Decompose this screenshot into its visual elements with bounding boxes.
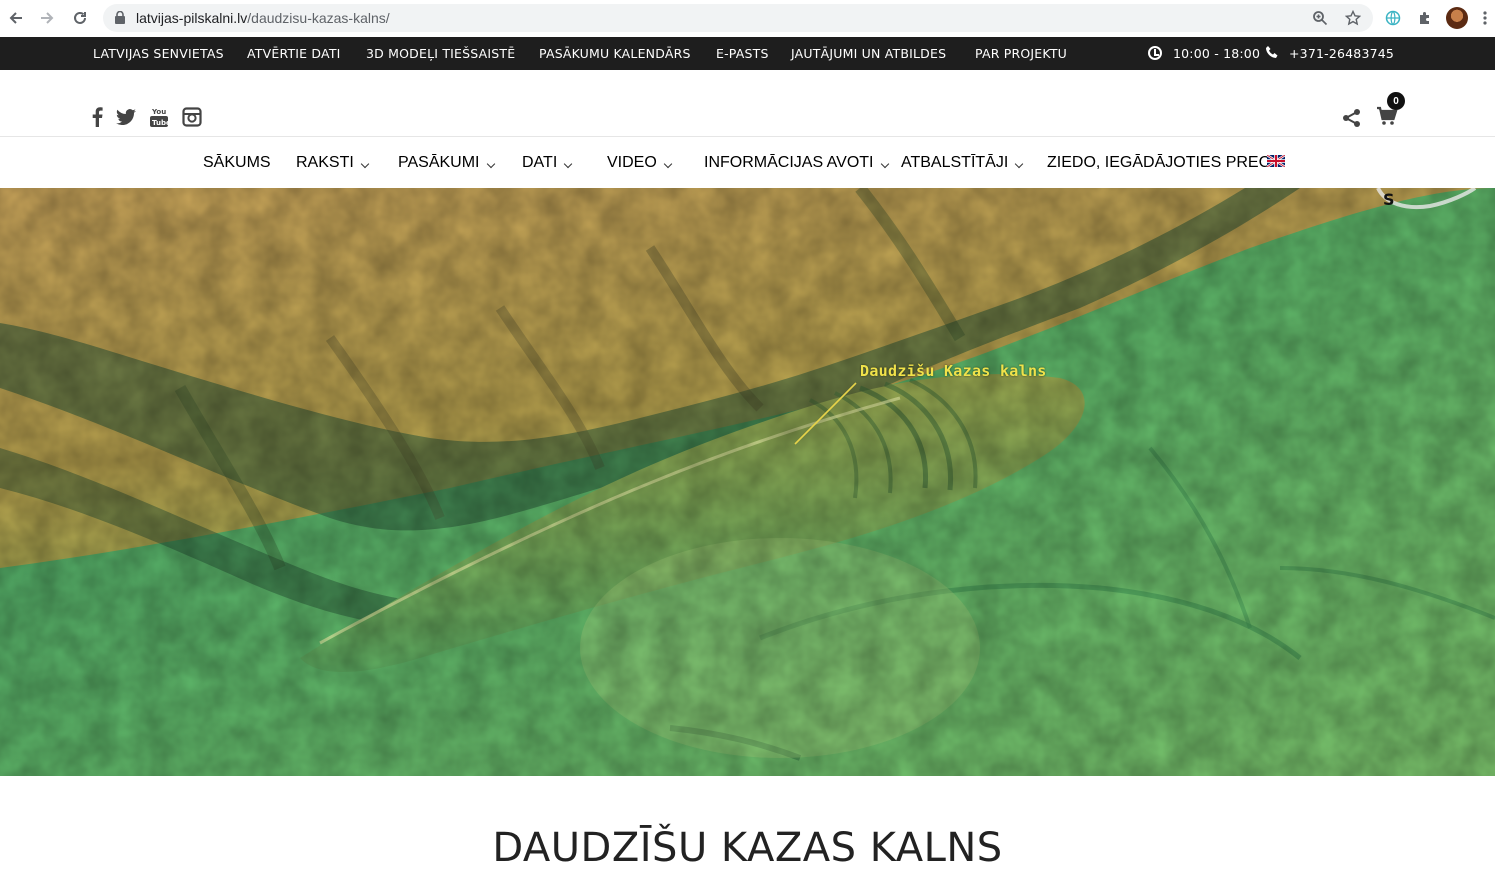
reload-icon[interactable] (69, 7, 91, 29)
forward-arrow-icon[interactable] (36, 7, 58, 29)
url-domain: latvijas-pilskalni.lv (136, 10, 248, 26)
uk-flag-icon[interactable] (1266, 154, 1286, 168)
chevron-down-icon (360, 159, 370, 169)
profile-avatar[interactable] (1446, 7, 1468, 29)
url-path: /daudzisu-kazas-kalns/ (247, 10, 390, 26)
hero-lidar-image: S Daudzīšu Kazas kalns (0, 188, 1495, 776)
nav-item-dati[interactable]: DATI (522, 154, 573, 172)
nav-label: ATBALSTĪTĀJI (901, 154, 1009, 171)
chevron-down-icon (880, 159, 889, 169)
menu-dots-icon[interactable] (1480, 8, 1490, 28)
zoom-icon[interactable] (1311, 9, 1329, 27)
nav-label: SĀKUMS (203, 154, 271, 171)
nav-item-ziedo[interactable]: ZIEDO, IEGĀDĀJOTIES PRECI (1047, 154, 1275, 172)
chevron-down-icon (1015, 159, 1024, 169)
youtube-icon[interactable]: You Tube (148, 106, 170, 128)
opening-hours: 10:00 - 18:00 (1173, 46, 1261, 61)
compass-letter: S (1383, 190, 1395, 209)
nav-label: INFORMĀCIJAS AVOTI (704, 154, 874, 171)
nav-label: DATI (522, 154, 558, 171)
svg-text:You: You (151, 108, 166, 116)
nav-item-raksti[interactable]: RAKSTI (296, 154, 370, 172)
extension-globe-icon[interactable] (1383, 8, 1403, 28)
topbar-link-kalendars[interactable]: PASĀKUMU KALENDĀRS (539, 46, 691, 61)
phone-icon (1265, 45, 1279, 59)
nav-item-informacijas-avoti[interactable]: INFORMĀCIJAS AVOTI (704, 154, 889, 172)
topbar-link-epasts[interactable]: E-PASTS (716, 46, 769, 61)
nav-item-video[interactable]: VIDEO (607, 154, 673, 172)
browser-toolbar: latvijas-pilskalni.lv/daudzisu-kazas-kal… (0, 0, 1495, 37)
topbar-link-senvietas[interactable]: LATVIJAS SENVIETAS (93, 46, 224, 61)
svg-text:Tube: Tube (152, 119, 169, 127)
page-title: DAUDZĪŠU KAZAS KALNS (492, 825, 1003, 871)
nav-item-pasakumi[interactable]: PASĀKUMI (398, 154, 495, 172)
chevron-down-icon (663, 159, 673, 169)
url-text: latvijas-pilskalni.lv/daudzisu-kazas-kal… (136, 10, 390, 26)
topbar-link-3d-modeli[interactable]: 3D MODEĻI TIEŠSAISTĒ (366, 46, 515, 61)
topbar-link-jautajumi[interactable]: JAUTĀJUMI UN ATBILDES (791, 46, 946, 61)
back-arrow-icon[interactable] (5, 7, 27, 29)
lock-icon (115, 11, 125, 24)
social-bar (0, 70, 1495, 137)
phone-number[interactable]: +371-26483745 (1289, 46, 1394, 61)
nav-item-atbalstitaji[interactable]: ATBALSTĪTĀJI (901, 154, 1024, 172)
nav-label: VIDEO (607, 154, 657, 171)
clock-icon (1148, 46, 1162, 60)
topbar-link-atvertie-dati[interactable]: ATVĒRTIE DATI (247, 46, 341, 61)
chevron-down-icon (564, 159, 573, 169)
address-bar[interactable]: latvijas-pilskalni.lv/daudzisu-kazas-kal… (103, 4, 1373, 32)
extensions-puzzle-icon[interactable] (1415, 8, 1435, 28)
nav-label: PASĀKUMI (398, 154, 480, 171)
facebook-icon[interactable] (86, 106, 108, 128)
share-icon[interactable] (1342, 108, 1362, 128)
topbar-link-par-projektu[interactable]: PAR PROJEKTU (975, 46, 1067, 61)
nav-label: RAKSTI (296, 154, 354, 171)
bookmark-star-icon[interactable] (1344, 9, 1362, 27)
cart-count-badge: 0 (1387, 92, 1405, 110)
nav-item-sakums[interactable]: SĀKUMS (203, 154, 271, 172)
twitter-icon[interactable] (115, 106, 137, 128)
nav-label: ZIEDO, IEGĀDĀJOTIES PRECI (1047, 154, 1275, 171)
instagram-icon[interactable] (181, 106, 203, 128)
chevron-down-icon (486, 159, 495, 169)
map-annotation-label: Daudzīšu Kazas kalns (860, 362, 1047, 380)
